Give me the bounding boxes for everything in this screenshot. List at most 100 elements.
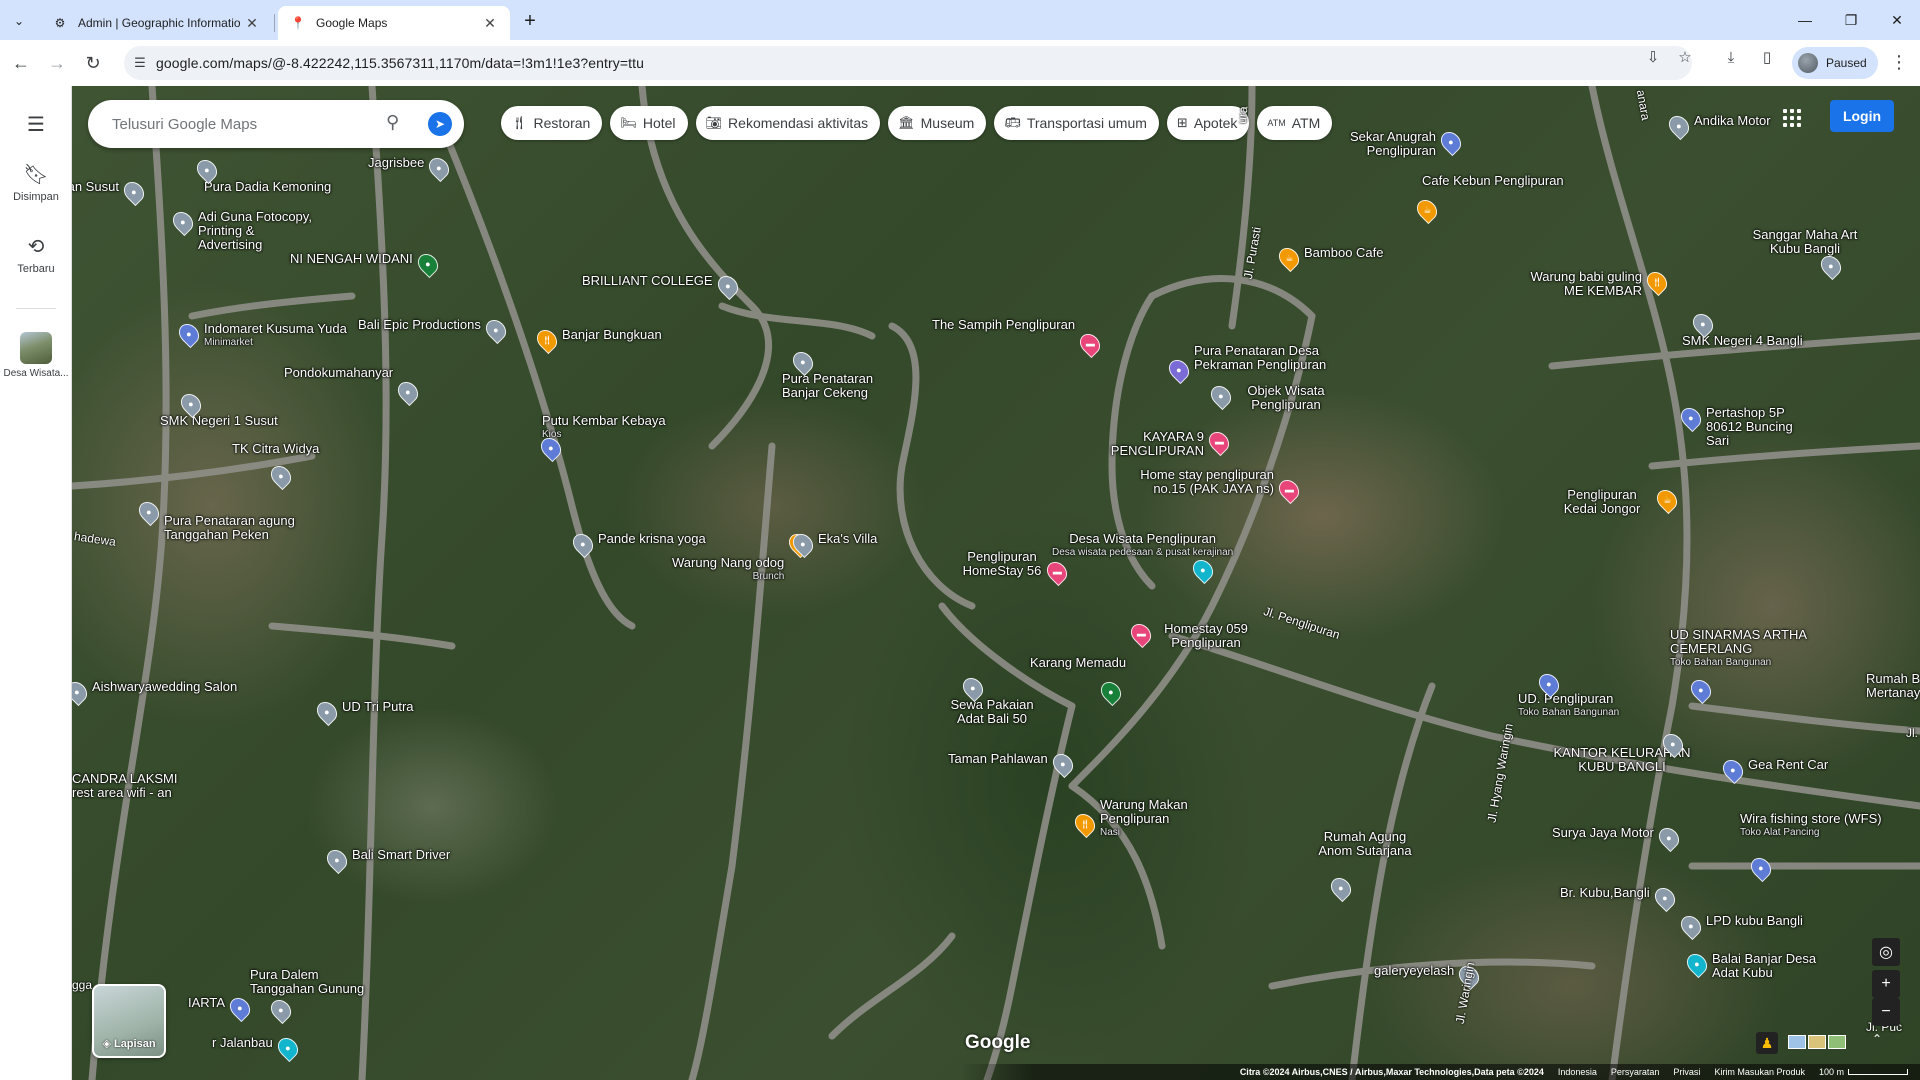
place-marker[interactable]: ● Bali Epic Productions (358, 315, 510, 345)
browser-menu-icon[interactable]: ⋮ (1890, 52, 1908, 73)
map-type-thumbnails[interactable] (1788, 1030, 1848, 1054)
minimize-icon[interactable]: — (1782, 6, 1828, 34)
place-marker[interactable]: ● Eka's Villa (788, 529, 877, 559)
place-marker[interactable]: ● Rumah Agung Anom Sutarjana (1318, 830, 1420, 903)
chip-transportasi-umum[interactable]: 🚌︎ Transportasi umum (994, 106, 1159, 140)
place-marker[interactable]: ● Jagrisbee (368, 153, 454, 183)
saved-button[interactable]: 🔖︎ Disimpan (0, 162, 72, 203)
place-marker[interactable]: ● SMK Negeri 4 Bangli (1682, 309, 1803, 348)
address-bar[interactable]: ☰ google.com/maps/@-8.422242,115.3567311… (124, 46, 1692, 80)
place-marker[interactable]: ▬ KAYARA 9 PENGLIPURAN (1094, 427, 1234, 458)
recent-place-item[interactable]: Desa Wisata... (0, 332, 72, 380)
chip-museum[interactable]: 🏛︎ Museum (888, 106, 987, 140)
tab-list-chevron-icon[interactable]: ⌄ (8, 10, 30, 32)
country-link[interactable]: Indonesia (1558, 1067, 1597, 1077)
satellite-map[interactable]: ⚲ ➤ 🍴︎ Restoran 🛏︎ Hotel 📷︎ Rekomendasi akt… (72, 86, 1920, 1080)
new-tab-plus-icon[interactable]: + (518, 10, 542, 32)
place-marker[interactable]: ● LPD kubu Bangli (1676, 911, 1803, 941)
place-marker[interactable]: ● Br. Kubu,Bangli (1560, 883, 1679, 913)
search-icon[interactable]: ⚲ (386, 112, 399, 133)
place-marker[interactable]: ▬ Homestay 059 Penglipuran (1126, 619, 1256, 650)
scale-bar[interactable]: 100 m (1819, 1067, 1908, 1077)
site-info-icon[interactable]: ☰ (124, 55, 156, 71)
expand-chevron-icon[interactable]: ⌃ (1872, 1032, 1882, 1046)
place-marker[interactable]: ●tan Susut (72, 177, 149, 207)
feedback-link[interactable]: Kirim Masukan Produk (1714, 1067, 1805, 1077)
place-marker[interactable]: 🍴︎ Warung Makan Penglipuran Nasi (1070, 798, 1210, 840)
tab-admin[interactable]: ⚙ Admin | Geographic Informatio ✕ (40, 6, 272, 40)
place-marker[interactable]: ☕︎ Penglipuran Kedai Jongor (1552, 485, 1682, 516)
place-marker[interactable]: ● Sanggar Maha Art Kubu Bangli (1753, 228, 1860, 281)
place-marker[interactable]: ● TK Citra Widya (232, 442, 319, 491)
place-marker[interactable]: ● Gea Rent Car (1718, 755, 1828, 785)
place-marker[interactable]: ● Pura Dadia Kemoning (192, 155, 331, 194)
directions-icon[interactable]: ➤ (423, 107, 457, 141)
place-marker[interactable]: ● UD. Penglipuran Toko Bahan Bangunan (1518, 669, 1619, 720)
place-marker[interactable]: ● Pura Dalem Tanggahan Gunung (250, 968, 380, 1025)
place-marker[interactable]: ● Putu Kembar Kebaya Kios (536, 414, 666, 463)
place-marker[interactable]: ● Karang Memadu (1030, 656, 1126, 707)
layers-button[interactable]: ◈ Lapisan (92, 984, 166, 1058)
search-input[interactable] (112, 115, 362, 133)
place-marker[interactable]: ● Indomaret Kusuma Yuda Minimarket (174, 319, 347, 350)
place-marker[interactable]: ● Aishwaryawedding Salon (72, 677, 237, 707)
chip-hotel[interactable]: 🛏︎ Hotel (610, 106, 688, 140)
back-arrow-icon[interactable]: ← (8, 50, 34, 76)
place-marker[interactable]: ● Pertashop 5P 80612 Buncing Sari (1676, 403, 1816, 448)
tab-google-maps[interactable]: 📍 Google Maps ✕ (278, 6, 510, 40)
login-button[interactable]: Login (1830, 100, 1894, 132)
zoom-out-button[interactable]: − (1872, 998, 1900, 1026)
bookmark-star-icon[interactable]: ☆ (1674, 46, 1696, 68)
place-marker[interactable]: ● r Jalanbau (212, 1033, 302, 1063)
place-marker[interactable]: ● SMK Negeri 1 Susut (160, 389, 278, 428)
place-marker[interactable]: ● Sekar Anugrah Penglipuran (1336, 127, 1466, 158)
recent-button[interactable]: ⟲ Terbaru (0, 234, 72, 275)
place-marker[interactable]: ● Bali Smart Driver (322, 845, 450, 875)
chip-rekomendasi-aktivitas[interactable]: 📷︎ Rekomendasi aktivitas (695, 106, 881, 140)
place-marker[interactable]: ▬ Home stay penglipuran no.15 (PAK JAYA n… (1114, 468, 1304, 505)
place-marker[interactable]: ● Taman Pahlawan (948, 749, 1077, 779)
place-marker[interactable]: ● Pura Penataran agung Tanggahan Peken (134, 497, 334, 542)
my-location-icon[interactable]: ◎ (1872, 938, 1900, 966)
privacy-link[interactable]: Privasi (1673, 1067, 1700, 1077)
terms-link[interactable]: Persyaratan (1611, 1067, 1660, 1077)
place-marker[interactable]: 🍴︎ Warung babi guling ME KEMBAR (1512, 267, 1672, 298)
zoom-in-button[interactable]: + (1872, 970, 1900, 998)
place-marker[interactable]: ☕︎ Cafe Kebun Penglipuran (1412, 174, 1564, 225)
place-marker[interactable]: ● BRILLIANT COLLEGE (582, 271, 742, 301)
restore-icon[interactable]: ❐ (1828, 6, 1874, 34)
place-marker[interactable]: ● Pura Penataran Desa Pekraman Penglipura… (1164, 344, 1344, 385)
install-app-icon[interactable]: ⇩ (1642, 46, 1664, 68)
place-marker[interactable]: ● Andika Motor (1664, 111, 1771, 141)
place-marker[interactable]: ▬ Penglipuran HomeStay 56 (962, 550, 1072, 587)
chip-atm[interactable]: ATM ATM (1257, 106, 1333, 140)
place-marker[interactable]: ● Pondokumahanyar (284, 366, 423, 407)
search-box[interactable]: ⚲ ➤ (88, 100, 464, 148)
url-text[interactable]: google.com/maps/@-8.422242,115.3567311,1… (156, 55, 644, 71)
chip-restoran[interactable]: 🍴︎ Restoran (501, 106, 603, 140)
place-marker[interactable]: ● Wira fishing store (WFS) Toko Alat Panci… (1740, 812, 1882, 883)
street-view-pegman-icon[interactable]: ♟ (1756, 1032, 1778, 1054)
close-tab-icon[interactable]: ✕ (482, 15, 498, 31)
forward-arrow-icon[interactable]: → (44, 50, 70, 76)
place-marker[interactable]: ☕︎ Bamboo Cafe (1274, 243, 1384, 273)
place-marker[interactable]: ● Desa Wisata Penglipuran Desa wisata pede… (1052, 532, 1233, 585)
place-marker[interactable]: ● Surya Jaya Motor (1552, 823, 1684, 853)
place-marker[interactable]: ● Sewa Pakaian Adat Bali 50 (950, 673, 1042, 726)
place-marker[interactable]: 🍴︎ Banjar Bungkuan (532, 325, 662, 355)
close-tab-icon[interactable]: ✕ (244, 15, 260, 31)
place-marker[interactable]: ● UD Tri Putra (312, 697, 414, 727)
place-marker[interactable]: CANDRA LAKSMI rest area wifi - an (72, 772, 192, 800)
place-marker[interactable]: 🍴︎Warung Nang odogBrunch (672, 529, 814, 584)
reload-icon[interactable]: ↻ (80, 50, 106, 76)
side-panel-icon[interactable]: ▯ (1756, 46, 1778, 68)
place-marker[interactable]: ● NI NENGAH WIDANI (290, 249, 442, 279)
place-marker[interactable]: Rumah B Mertanay (1842, 672, 1920, 700)
hamburger-menu-icon[interactable]: ☰ (0, 112, 72, 141)
place-marker[interactable]: ● Balai Banjar Desa Adat Kubu (1682, 949, 1822, 980)
profile-button[interactable]: Paused (1792, 47, 1878, 79)
place-marker[interactable]: ● Pura Penataran Banjar Cekeng (782, 347, 892, 400)
downloads-icon[interactable]: ⤓ (1720, 46, 1742, 68)
place-marker[interactable]: ● UD SINARMAS ARTHA CEMERLANG Toko Bahan B… (1670, 628, 1810, 705)
google-apps-icon[interactable] (1780, 106, 1804, 130)
